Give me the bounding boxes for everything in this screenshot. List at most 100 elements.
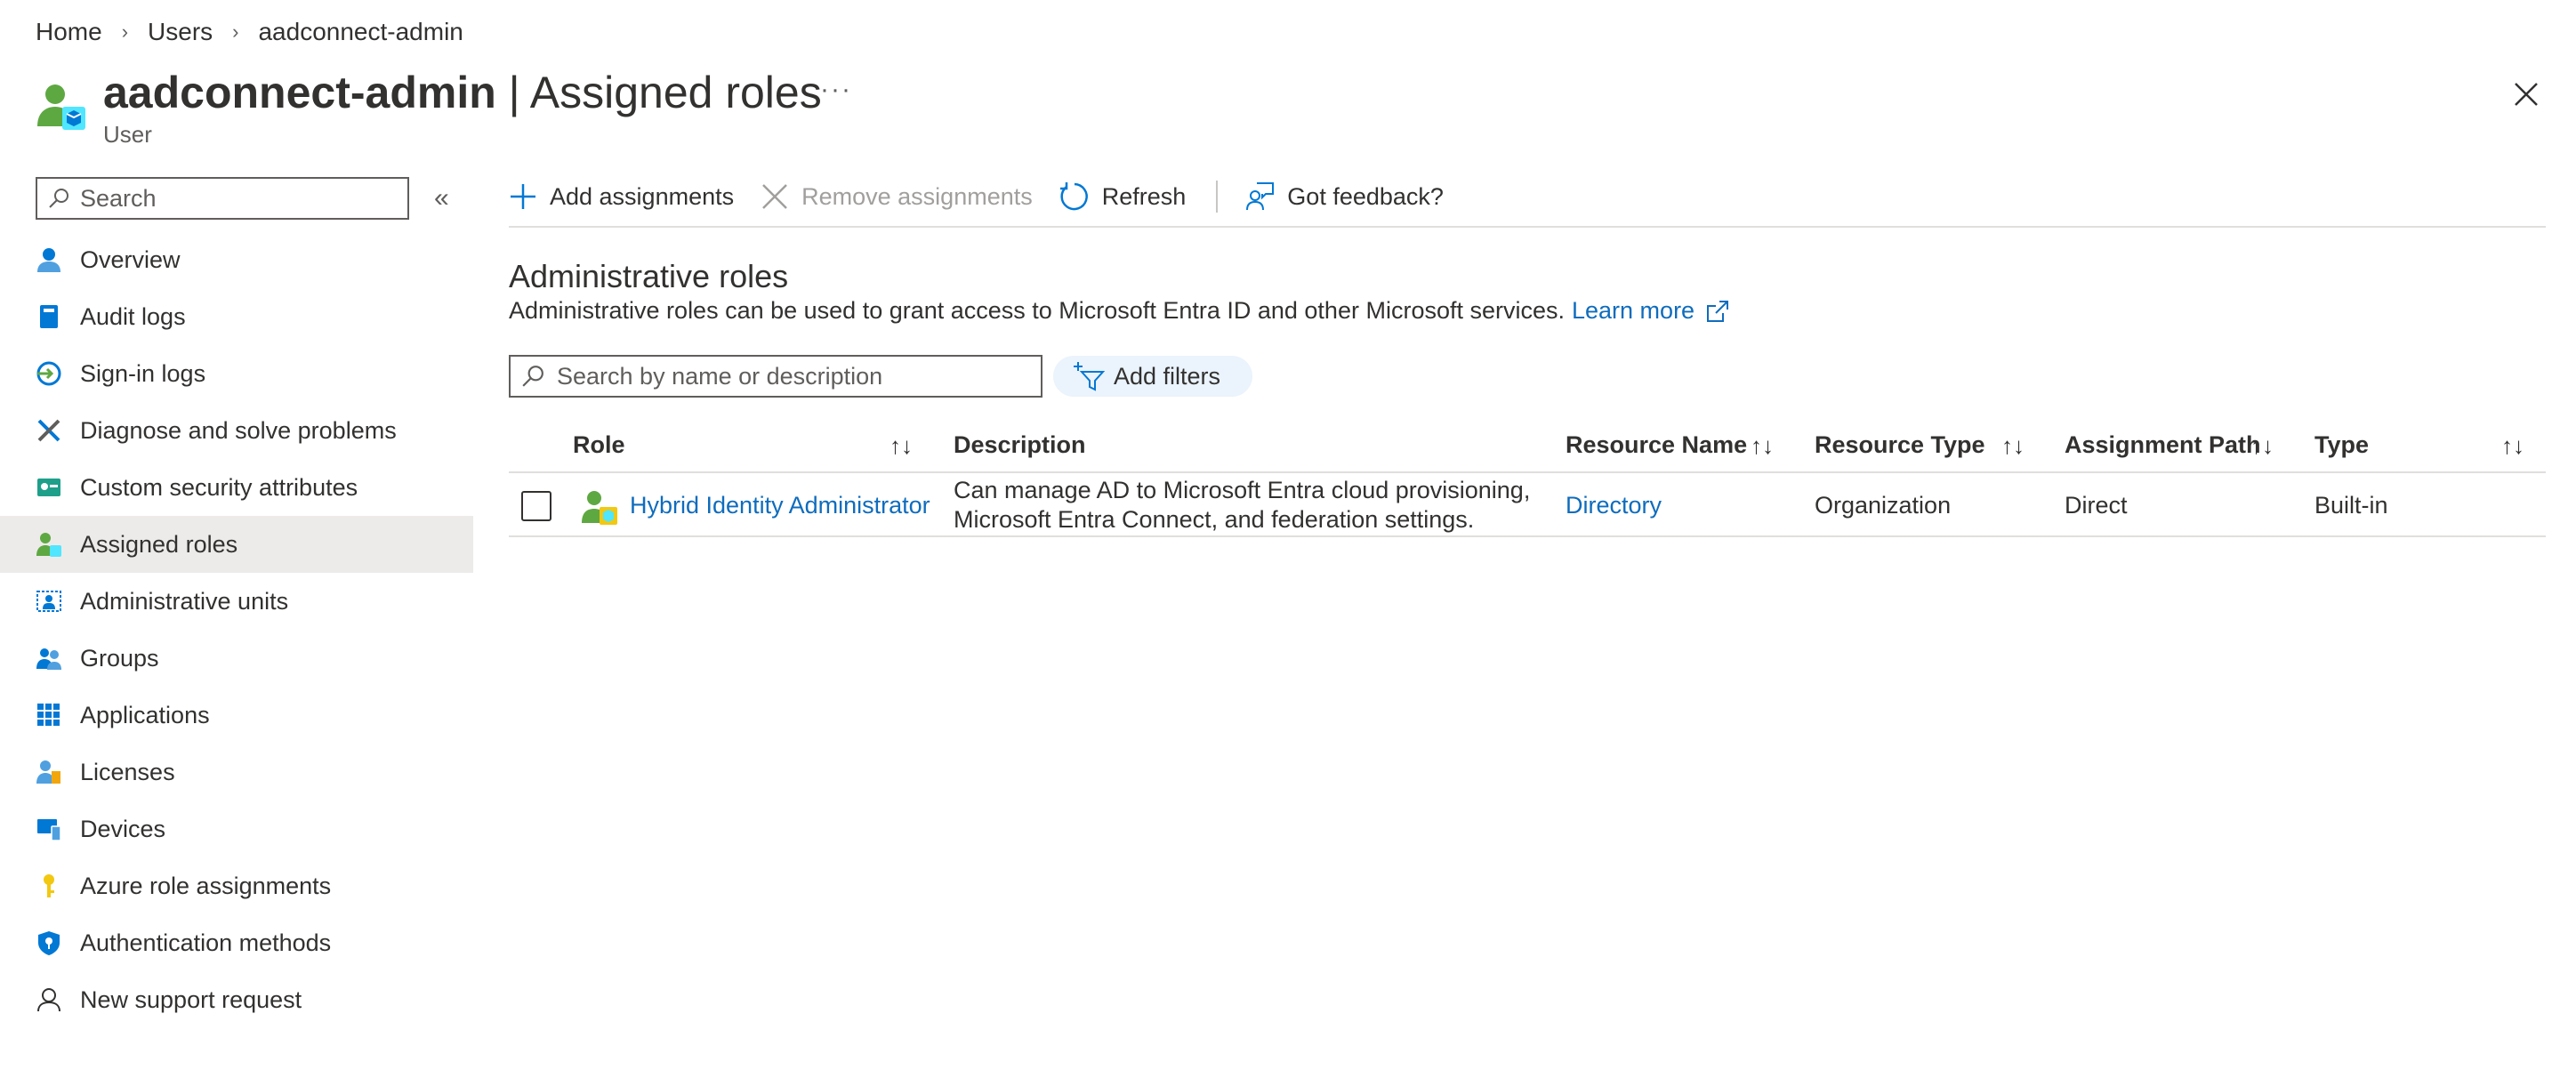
sidebar-item-groups[interactable]: Groups	[0, 630, 473, 687]
column-header-role[interactable]: Role	[573, 416, 625, 473]
column-header-assignment-path[interactable]: Assignment Path	[2065, 416, 2261, 473]
sidebar-item-label: Custom security attributes	[80, 473, 358, 501]
groups-icon	[36, 645, 62, 672]
person-icon	[36, 246, 62, 273]
toolbar-divider-line	[509, 226, 2546, 228]
add-assignments-button[interactable]: Add assignments	[509, 174, 734, 219]
sidebar-item-applications[interactable]: Applications	[0, 687, 473, 744]
add-assignments-label: Add assignments	[550, 182, 735, 210]
sidebar-item-label: Sign-in logs	[80, 359, 206, 387]
sidebar-item-label: Assigned roles	[80, 530, 238, 558]
breadcrumb-users[interactable]: Users	[148, 18, 213, 46]
sidebar-item-label: Administrative units	[80, 587, 289, 615]
x-icon	[762, 184, 788, 209]
table-row[interactable]: Hybrid Identity Administrator Can manage…	[509, 473, 2546, 537]
book-icon	[36, 303, 62, 330]
refresh-icon	[1059, 182, 1088, 211]
refresh-label: Refresh	[1101, 182, 1187, 210]
section-description-text: Administrative roles can be used to gran…	[509, 297, 1565, 324]
search-icon	[522, 366, 543, 387]
feedback-button[interactable]: Got feedback?	[1244, 174, 1444, 219]
shield-icon	[36, 929, 62, 956]
wrench-icon	[36, 417, 62, 444]
sort-icon[interactable]: ↑↓	[1751, 432, 1774, 460]
sidebar-item-label: Overview	[80, 245, 181, 273]
roles-icon	[36, 531, 62, 558]
column-header-type[interactable]: Type	[2314, 416, 2369, 473]
plus-icon	[511, 184, 535, 209]
sidebar-item-new-support-request[interactable]: New support request	[0, 971, 473, 1028]
sidebar-item-custom-security-attributes[interactable]: Custom security attributes	[0, 459, 473, 516]
sidebar-item-devices[interactable]: Devices	[0, 800, 473, 857]
external-link-icon[interactable]	[1705, 299, 1730, 324]
refresh-button[interactable]: Refresh	[1059, 174, 1187, 219]
toolbar-divider	[1216, 181, 1219, 213]
command-bar: Add assignments Remove assignments Refre…	[509, 174, 2546, 219]
sign-in-icon	[36, 360, 62, 387]
role-description: Can manage AD to Microsoft Entra cloud p…	[954, 473, 1530, 537]
search-icon	[49, 189, 68, 208]
sort-icon[interactable]: ↑↓	[890, 432, 913, 460]
role-icon	[582, 491, 617, 525]
feedback-icon	[1246, 182, 1275, 211]
type-cell: Built-in	[2314, 491, 2388, 519]
remove-assignments-button[interactable]: Remove assignments	[761, 174, 1033, 219]
sidebar-search-input[interactable]: Search	[36, 177, 409, 220]
sidebar-item-assigned-roles[interactable]: Assigned roles	[0, 516, 473, 573]
sidebar-item-azure-role-assignments[interactable]: Azure role assignments	[0, 857, 473, 914]
chevron-right-icon: ›	[232, 20, 239, 43]
sort-icon[interactable]: ↑↓	[2001, 432, 2025, 460]
sidebar-search-row: Search «	[36, 176, 463, 221]
breadcrumb: Home › Users › aadconnect-admin	[36, 16, 463, 48]
resource-name-link[interactable]: Directory	[1566, 473, 1662, 537]
sidebar-item-sign-in-logs[interactable]: Sign-in logs	[0, 345, 473, 402]
sort-icon[interactable]: ↑↓	[2250, 432, 2274, 460]
sort-icon[interactable]: ↑↓	[2501, 432, 2524, 460]
page-title-separator: |	[495, 68, 530, 117]
sidebar-item-diagnose[interactable]: Diagnose and solve problems	[0, 402, 473, 459]
section-description: Administrative roles can be used to gran…	[509, 297, 1730, 325]
row-checkbox[interactable]	[521, 491, 551, 521]
column-header-resource-name[interactable]: Resource Name	[1566, 416, 1747, 473]
page-title-user: aadconnect-admin	[103, 68, 496, 117]
sidebar-item-audit-logs[interactable]: Audit logs	[0, 288, 473, 345]
sidebar-nav: Overview Audit logs Sign-in logs Diagnos…	[0, 231, 473, 1028]
add-filters-button[interactable]: Add filters	[1053, 356, 1253, 397]
table-header: Role ↑↓ Description Resource Name ↑↓ Res…	[509, 416, 2546, 473]
remove-assignments-label: Remove assignments	[801, 182, 1033, 210]
breadcrumb-home[interactable]: Home	[36, 18, 102, 46]
role-description-line: Can manage AD to Microsoft Entra cloud p…	[954, 477, 1531, 503]
sidebar-item-authentication-methods[interactable]: Authentication methods	[0, 914, 473, 971]
page-header: aadconnect-admin | Assigned roles User ·…	[36, 66, 2544, 151]
sidebar-item-label: New support request	[80, 985, 302, 1013]
breadcrumb-user[interactable]: aadconnect-admin	[258, 18, 463, 46]
chevron-right-icon: ›	[121, 20, 129, 43]
add-filters-label: Add filters	[1114, 362, 1221, 390]
close-icon[interactable]	[2508, 76, 2544, 112]
sidebar-item-licenses[interactable]: Licenses	[0, 744, 473, 800]
collapse-sidebar-icon[interactable]: «	[434, 183, 449, 213]
sidebar-item-overview[interactable]: Overview	[0, 231, 473, 288]
key-icon	[36, 873, 62, 899]
sidebar-item-administrative-units[interactable]: Administrative units	[0, 573, 473, 630]
sidebar-item-label: Groups	[80, 644, 159, 672]
sidebar-item-label: Azure role assignments	[80, 872, 332, 899]
support-icon	[36, 986, 62, 1013]
admin-units-icon	[36, 588, 62, 615]
filter-row: Search by name or description Add filter…	[509, 354, 1253, 398]
column-header-resource-type[interactable]: Resource Type	[1815, 416, 1985, 473]
role-search-input[interactable]: Search by name or description	[509, 355, 1042, 398]
grid-icon	[36, 702, 62, 728]
column-header-description[interactable]: Description	[954, 416, 1086, 473]
sidebar-item-label: Authentication methods	[80, 929, 332, 956]
sidebar-item-label: Devices	[80, 815, 166, 842]
sidebar-item-label: Licenses	[80, 758, 175, 785]
assignment-path-cell: Direct	[2065, 491, 2128, 519]
section-title: Administrative roles	[509, 258, 789, 294]
sidebar-item-label: Applications	[80, 701, 210, 728]
more-options-icon[interactable]: ···	[820, 75, 852, 105]
attributes-icon	[36, 474, 62, 501]
role-name-link[interactable]: Hybrid Identity Administrator	[630, 473, 930, 537]
license-icon	[36, 759, 62, 785]
learn-more-link[interactable]: Learn more	[1572, 297, 1695, 325]
